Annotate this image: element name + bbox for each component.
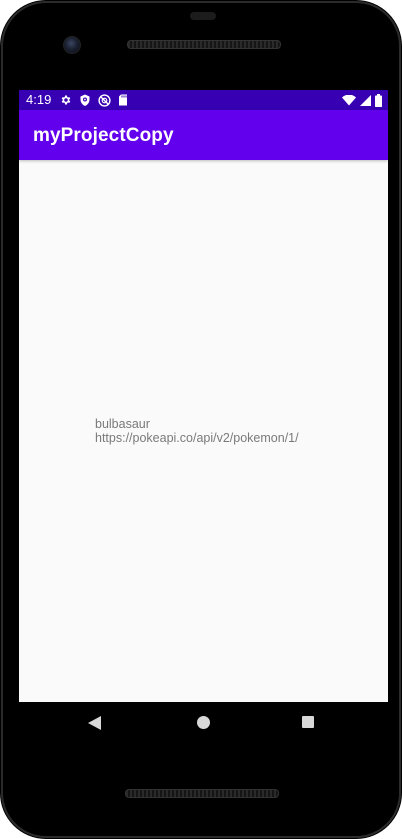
back-icon[interactable] [88, 716, 101, 730]
battery-icon [375, 93, 382, 107]
status-system-icons [342, 93, 382, 107]
status-notification-icons [60, 93, 128, 107]
navigation-bar [0, 702, 402, 746]
cellular-signal-icon [360, 94, 371, 106]
settings-gear-icon [60, 94, 72, 106]
no-sync-icon [98, 93, 111, 107]
recents-icon[interactable] [302, 716, 314, 728]
pokemon-url: https://pokeapi.co/api/v2/pokemon/1/ [95, 431, 299, 445]
pokemon-name: bulbasaur [95, 417, 150, 431]
status-bar: 4:19 [19, 90, 388, 110]
top-sensor-slit [190, 12, 216, 20]
shield-icon [79, 94, 91, 107]
list-item[interactable]: bulbasaur https://pokeapi.co/api/v2/poke… [95, 417, 299, 445]
status-time: 4:19 [26, 92, 52, 107]
app-title: myProjectCopy [33, 125, 174, 146]
phone-device-frame: 4:19 myProjectCopy bulbasaur https://pok… [0, 0, 402, 839]
wifi-icon [342, 94, 356, 106]
bottom-speaker [125, 789, 279, 798]
app-toolbar: myProjectCopy [19, 110, 388, 160]
front-camera [63, 36, 81, 54]
phone-screen: 4:19 myProjectCopy bulbasaur https://pok… [19, 90, 388, 702]
main-content: bulbasaur https://pokeapi.co/api/v2/poke… [19, 160, 388, 702]
sd-card-icon [118, 94, 128, 106]
earpiece-speaker [127, 40, 281, 49]
home-icon[interactable] [197, 716, 210, 729]
